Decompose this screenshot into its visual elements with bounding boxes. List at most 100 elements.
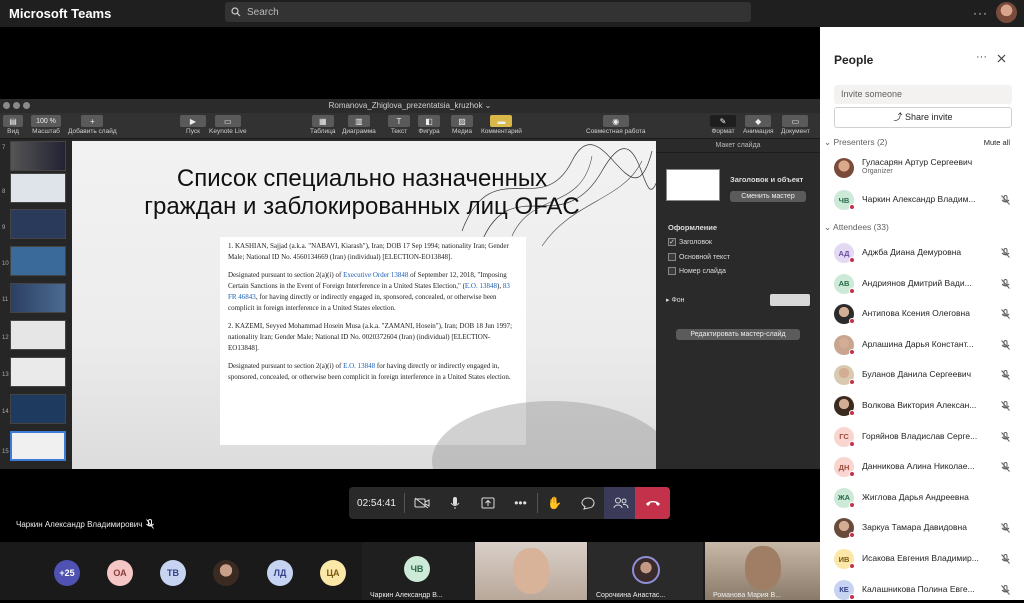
participant-name: Арлашина Дарья Констант...	[862, 338, 974, 349]
eo-link: E.O. 13848	[343, 362, 376, 370]
attendees-section-header[interactable]: ⌄ Attendees (33)	[824, 222, 889, 233]
participant-row[interactable]: ЖА Жиглова Дарья Андреевна	[820, 485, 1024, 511]
body-checkbox: Основной текст	[668, 253, 730, 261]
participant-avatar[interactable]: ЦА	[320, 560, 346, 586]
more-dots-icon: •••	[514, 496, 527, 510]
participant-avatar[interactable]: ЛД	[267, 560, 293, 586]
invite-input[interactable]: Invite someone	[834, 85, 1012, 104]
slide-title: Список специально назначенных граждан и …	[102, 165, 622, 221]
participant-video-tile[interactable]	[475, 542, 587, 600]
share-icon: ⤴	[893, 112, 903, 122]
share-content-button[interactable]	[471, 487, 504, 519]
share-invite-button[interactable]: ⤴ Share invite	[834, 107, 1012, 128]
raise-hand-button[interactable]: ✋	[538, 487, 571, 519]
participant-video-tile[interactable]: Романова Мария В...	[705, 542, 820, 600]
more-actions-button[interactable]: •••	[504, 487, 537, 519]
participant-avatar[interactable]: ТВ	[160, 560, 186, 586]
background-row: ▸ Фон	[666, 296, 685, 304]
status-dot	[849, 348, 855, 355]
change-master-button: Сменить мастер	[730, 191, 806, 202]
text-run: , for having directly or indirectly enga…	[228, 293, 497, 312]
tile-name: Сорочкина Анастас...	[596, 592, 666, 599]
media-button: ▨ Медиа	[451, 115, 473, 135]
profile-avatar[interactable]	[996, 2, 1017, 23]
participant-name: Калашникова Полина Евге...	[862, 583, 975, 594]
text-run: Designated pursuant to section 2(a)(i) o…	[228, 362, 344, 370]
layout-name: Заголовок и объект	[730, 175, 804, 184]
participant-row[interactable]: Волкова Виктория Алексан...	[820, 393, 1024, 419]
participant-row[interactable]: Заркуа Тамара Давидовна	[820, 515, 1024, 541]
inspector-header: Макет слайда	[656, 139, 820, 153]
zoom-button: 100 % Масштаб	[31, 115, 61, 135]
participant-name: Антипова Ксения Олеговна	[862, 308, 970, 319]
search-bar[interactable]: Search	[225, 2, 751, 22]
chat-button[interactable]	[571, 487, 604, 519]
participants-button[interactable]	[604, 487, 637, 519]
slide-number: 12	[2, 335, 9, 341]
view-button: ▤ Вид	[3, 115, 23, 135]
panel-more-icon[interactable]: ···	[976, 51, 987, 63]
decorative-shadow	[432, 401, 656, 469]
status-dot	[849, 501, 855, 508]
search-icon	[231, 7, 241, 17]
mic-off-icon	[1001, 462, 1010, 473]
add-slide-button: + Добавить слайд	[68, 115, 117, 135]
checkbox-empty-icon	[668, 267, 676, 275]
chevron-down-icon: ⌄	[824, 137, 832, 147]
close-icon[interactable]	[997, 54, 1006, 63]
mic-off-icon	[1001, 554, 1010, 564]
overflow-participants-count[interactable]: +25	[54, 560, 80, 586]
format-button: ✎ Формат	[710, 115, 736, 135]
more-options-icon[interactable]: ···	[973, 6, 988, 20]
camera-off-icon	[414, 497, 429, 509]
title-bar: Microsoft Teams Search ···	[0, 0, 1024, 27]
participant-row[interactable]: ДН Данникова Алина Николае...	[820, 454, 1024, 480]
microphone-button[interactable]	[438, 487, 471, 519]
participant-row[interactable]: ИВ Исакова Евгения Владимир...	[820, 546, 1024, 572]
text-run: Designated pursuant to section 2(a)(i) o…	[228, 271, 344, 279]
checkbox-label: Номер слайда	[679, 267, 726, 275]
slide-thumbnail	[10, 320, 66, 350]
mic-off-icon	[1001, 370, 1010, 381]
slide-thumbnail	[10, 357, 66, 387]
participant-row[interactable]: АД Аджба Диана Демуровна	[820, 240, 1024, 266]
participant-row[interactable]: Гуласарян Артур Сергеевич Organizer	[820, 155, 1024, 181]
participant-row[interactable]: ЧВ Чаркин Александр Владим...	[820, 187, 1024, 213]
call-timer: 02:54:41	[357, 497, 396, 509]
mic-off-icon	[1001, 401, 1010, 411]
participant-tile[interactable]: ЧВ Чаркин Александр В...	[362, 542, 474, 600]
participant-row[interactable]: Антипова Ксения Олеговна	[820, 301, 1024, 327]
participant-row[interactable]: Буланов Данила Сергеевич	[820, 362, 1024, 388]
participant-name: Заркуа Тамара Давидовна	[862, 522, 967, 533]
slide-canvas: Список специально назначенных граждан и …	[72, 141, 656, 469]
leave-call-button[interactable]	[635, 487, 670, 519]
shared-screen-keynote: Romanova_Zhiglova_prezentatsia_kruzhok ⌄…	[0, 99, 820, 469]
participant-row[interactable]: КЕ Калашникова Полина Евге...	[820, 577, 1024, 603]
tile-name: Романова Мария В...	[713, 592, 782, 599]
background-color-well	[770, 294, 810, 306]
call-controls: 02:54:41 ••• ✋	[349, 487, 670, 519]
presenters-section-header[interactable]: ⌄ Presenters (2)	[824, 137, 887, 148]
people-icon	[613, 497, 628, 509]
slide-thumbnail-selected	[10, 431, 66, 461]
participant-avatar[interactable]: ОА	[107, 560, 133, 586]
search-placeholder: Search	[247, 6, 279, 18]
design-heading: Оформление	[668, 223, 718, 232]
status-dot	[849, 532, 855, 539]
participant-name: Аджба Диана Демуровна	[862, 247, 962, 257]
animate-button: ◆ Анимация	[743, 115, 774, 135]
participant-row[interactable]: АВ Андриянов Дмитрий Вади...	[820, 271, 1024, 297]
tile-name: Чаркин Александр В...	[370, 592, 443, 599]
shape-button: ◧ Фигура	[418, 115, 440, 135]
participant-row[interactable]: ГС Горяйнов Владислав Серге...	[820, 424, 1024, 450]
participant-tile[interactable]: Сорочкина Анастас...	[588, 542, 703, 600]
participant-photo-avatar[interactable]	[213, 560, 239, 586]
microphone-icon	[450, 497, 459, 509]
mute-all-button[interactable]: Mute all	[984, 138, 1010, 147]
camera-off-button[interactable]	[405, 487, 438, 519]
disclosure-triangle-icon: ▸	[666, 297, 670, 304]
mic-off-icon	[1001, 195, 1010, 205]
slide-number: 15	[2, 449, 9, 455]
participant-row[interactable]: Арлашина Дарья Констант...	[820, 332, 1024, 358]
participant-name: Гуласарян Артур Сергеевич	[862, 157, 973, 167]
